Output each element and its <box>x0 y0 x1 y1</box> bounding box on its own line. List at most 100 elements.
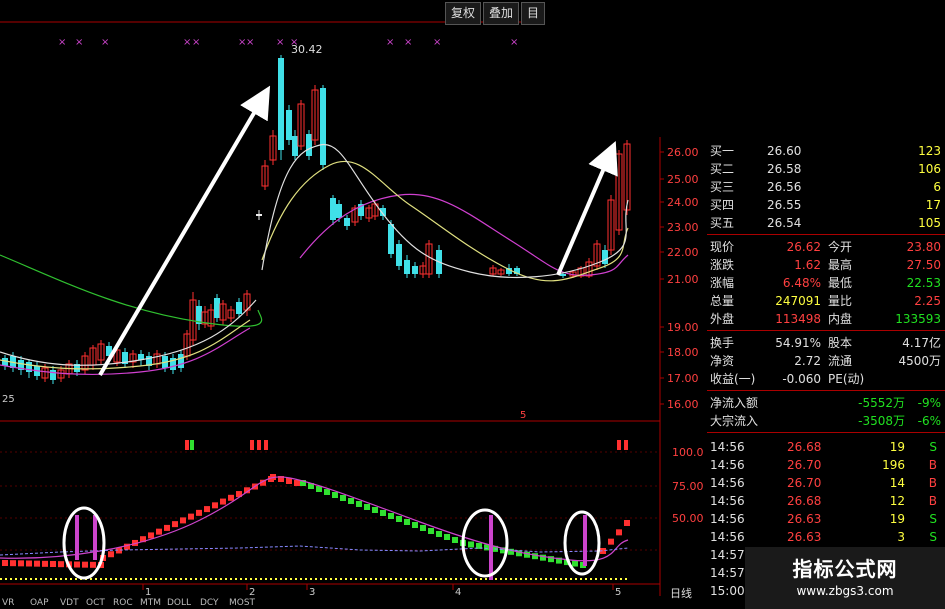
watermark-url: www.zbgs3.com <box>796 584 894 598</box>
indicator-bar <box>26 560 32 567</box>
marker: × <box>183 37 191 48</box>
indicator-bar <box>380 510 386 516</box>
flow-row: 大宗流入 -3508万 -6% <box>710 414 941 428</box>
spike-bar <box>93 515 97 560</box>
tab-vdt[interactable]: VDT <box>60 598 79 608</box>
indicator-bar <box>50 561 56 567</box>
flag-bar <box>264 440 268 450</box>
x-tick-label: 2 <box>249 587 255 598</box>
tab-mtm[interactable]: MTM <box>140 598 161 608</box>
indicator-bar <box>436 531 442 537</box>
indicator-bar <box>34 560 40 567</box>
indicator-bar <box>348 498 354 504</box>
candle-body <box>178 354 184 368</box>
ma-line <box>0 193 629 376</box>
indicator-bar <box>616 529 622 536</box>
stat2-row: 换手 54.91% 股本 4.17亿 <box>710 336 941 350</box>
indicator-bar <box>444 534 450 540</box>
candle-body <box>256 214 262 216</box>
marker: × <box>58 37 66 48</box>
peak-label: 30.42 <box>291 43 323 56</box>
spike-bar <box>75 515 79 560</box>
indicator-bar <box>196 509 202 516</box>
bid-row: 买二 26.58 106 <box>710 162 941 176</box>
tick-row: 14:56 26.68 19 S <box>710 440 937 454</box>
more-button[interactable]: 目 <box>521 2 546 25</box>
indicator-bar <box>372 507 378 513</box>
price-tick-label: 22.00 <box>667 246 699 259</box>
watermark-title: 指标公式网 <box>792 557 898 581</box>
tab-doll[interactable]: DOLL <box>167 598 191 608</box>
bid-row: 买一 26.60 123 <box>710 144 941 158</box>
price-tick-label: 18.00 <box>667 346 699 359</box>
flag-bar <box>185 440 189 450</box>
indicator-bar <box>356 501 362 507</box>
candle-body <box>236 302 242 314</box>
stat-row: 总量 247091 量比 2.25 <box>710 294 941 308</box>
indicator-bar <box>428 528 434 534</box>
watermark: 指标公式网 www.zbgs3.com <box>745 547 945 609</box>
stat-row: 涨跌 1.62 最高 27.50 <box>710 258 941 272</box>
overlay-button[interactable]: 叠加 <box>483 2 520 25</box>
indicator-bar <box>148 532 154 539</box>
indicator-bar <box>156 528 162 535</box>
x-tick-label: 5 <box>615 587 621 598</box>
indicator-axis: 100.0 75.00 50.00 <box>672 446 704 525</box>
marker: × <box>510 37 518 48</box>
quote-panel: 买一 26.60 123 买二 26.58 106 买三 26.56 6 买四 26.55 17… <box>707 137 945 609</box>
spike-bar <box>583 515 587 566</box>
indicator-bar <box>572 560 578 567</box>
tab-dcy[interactable]: DCY <box>200 598 219 608</box>
price-tick-label: 25.00 <box>667 173 699 186</box>
divider <box>707 330 945 331</box>
indicator-bar <box>608 538 614 545</box>
top-markers: × × × × × × × × × × × × × <box>58 37 518 48</box>
indicator-bars <box>0 440 630 580</box>
indicator-bar <box>164 524 170 531</box>
indicator-bar <box>220 498 226 505</box>
indicator-bar <box>58 561 64 568</box>
tick-row: 14:56 26.63 19 S <box>710 512 937 526</box>
indicator-bar <box>364 504 370 510</box>
candle-body <box>320 88 326 165</box>
bid-row: 买三 26.56 6 <box>710 180 941 194</box>
indicator-bar <box>396 516 402 522</box>
indicator-bar <box>108 551 114 558</box>
indicator-bar <box>340 495 346 501</box>
tab-most[interactable]: MOST <box>229 598 255 608</box>
candle-body <box>396 244 402 266</box>
price-tick-label: 19.00 <box>667 321 699 334</box>
tab-vr[interactable]: VR <box>2 598 14 608</box>
candle-body <box>278 58 284 150</box>
candle-body <box>412 266 418 274</box>
flag-bar <box>190 440 194 450</box>
price-tick-label: 16.00 <box>667 398 699 411</box>
indicator-bar <box>468 541 474 548</box>
x-ticks: 1 2 3 4 5 <box>142 584 621 598</box>
indicator-bar <box>412 522 418 528</box>
indicator-bar <box>42 560 48 567</box>
tab-roc[interactable]: ROC <box>113 598 133 608</box>
price-tick-label: 24.00 <box>667 196 699 209</box>
indicator-bar <box>540 554 546 561</box>
stat-row: 外盘 113498 内盘 133593 <box>710 312 941 326</box>
indicator-tick-label: 75.00 <box>672 480 704 493</box>
divider <box>707 432 945 433</box>
stat2-row: 净资 2.72 流通 4500万 <box>710 354 941 368</box>
stat-row: 现价 26.62 今开 23.80 <box>710 240 941 254</box>
divider <box>707 234 945 235</box>
candle-body <box>330 198 336 220</box>
fuquan-button[interactable]: 复权 <box>445 2 482 25</box>
axis-labels: 30.42 25 5 日线 <box>2 43 692 600</box>
flag-bar <box>250 440 254 450</box>
marker: × <box>246 37 254 48</box>
price-tick-label: 26.00 <box>667 146 699 159</box>
tab-oct[interactable]: OCT <box>86 598 105 608</box>
tab-oap[interactable]: OAP <box>30 598 49 608</box>
indicator-bar <box>332 492 338 498</box>
tick-row: 14:56 26.63 3 S <box>710 530 937 544</box>
indicator-bar <box>452 537 458 543</box>
moving-averages <box>0 143 629 376</box>
period-tab[interactable]: 日线 <box>670 586 692 600</box>
marker: × <box>404 37 412 48</box>
